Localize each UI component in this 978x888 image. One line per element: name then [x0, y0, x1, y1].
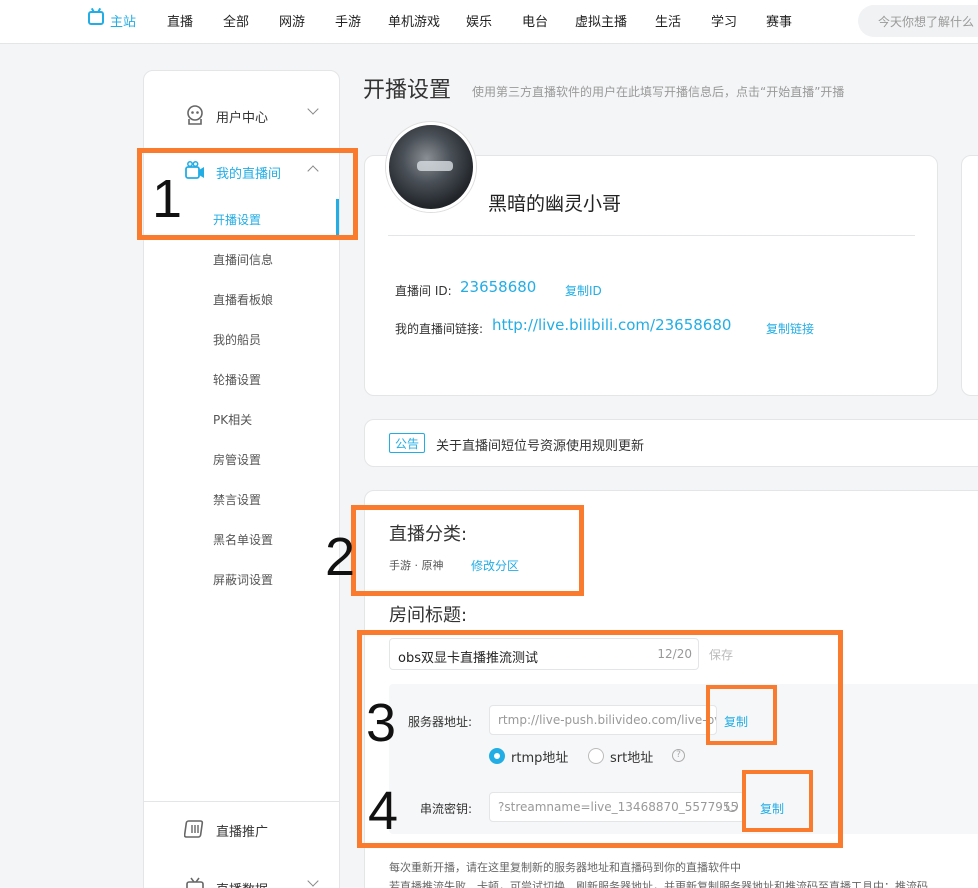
nav-live[interactable]: 直播: [167, 11, 193, 30]
side-card: [961, 155, 978, 396]
nav-esports[interactable]: 赛事: [766, 11, 792, 30]
notice-badge: 公告: [389, 433, 426, 453]
nav-all[interactable]: 全部: [223, 11, 249, 30]
sidebar-item-label: 用户中心: [216, 111, 269, 126]
room-link-value[interactable]: http://live.bilibili.com/23658680: [492, 316, 731, 334]
sidebar-item-promo[interactable]: 直播推广: [144, 809, 339, 849]
footnote-1: 每次重新开播，请在这里复制新的服务器地址和直播码到你的直播软件中: [389, 861, 741, 874]
sidebar-item-data[interactable]: 直播数据: [144, 867, 339, 888]
nav-life[interactable]: 生活: [655, 11, 681, 30]
sidebar-sub-crew[interactable]: 我的船员: [213, 331, 261, 348]
annotation-number-3: 3: [366, 693, 397, 753]
room-title-label: 房间标题:: [389, 605, 468, 626]
search-input[interactable]: 今天你想了解什么: [858, 5, 978, 37]
annotation-number-2: 2: [325, 527, 356, 587]
copy-link-button[interactable]: 复制链接: [766, 320, 814, 337]
username: 黑暗的幽灵小哥: [488, 193, 622, 215]
sidebar-sub-carousel[interactable]: 轮播设置: [213, 371, 261, 388]
annotation-box-2: [351, 505, 584, 596]
room-id-value: 23658680: [460, 278, 537, 296]
tv-chart-icon: [186, 877, 204, 888]
sidebar-item-label: 直播推广: [216, 825, 269, 840]
sidebar-divider: [144, 801, 339, 802]
nav-radio[interactable]: 电台: [522, 11, 548, 30]
sidebar-sub-mascot[interactable]: 直播看板娘: [213, 291, 273, 308]
nav-study[interactable]: 学习: [711, 11, 737, 30]
page-title: 开播设置: [363, 78, 452, 103]
annotation-box-copy-server: [706, 685, 777, 745]
top-nav: 主站 直播 全部 网游 手游 单机游戏 娱乐 电台 虚拟主播 生活 学习 赛事 …: [0, 0, 978, 44]
nav-entertainment[interactable]: 娱乐: [466, 11, 492, 30]
nav-single-games[interactable]: 单机游戏: [388, 11, 440, 30]
profile-divider: [388, 235, 915, 236]
notice-link[interactable]: 关于直播间短位号资源使用规则更新: [436, 435, 644, 454]
promo-icon: [184, 820, 204, 838]
sidebar-sub-room-info[interactable]: 直播间信息: [213, 251, 273, 268]
room-id-label: 直播间 ID:: [395, 284, 452, 298]
bilibili-tv-icon[interactable]: [88, 11, 104, 25]
footnote-2: 若直播推流失败、卡顿，可尝试切换、刷新服务器地址，并更新复制服务器地址和推流码至…: [389, 880, 928, 888]
chevron-down-icon: [307, 875, 319, 887]
nav-online-games[interactable]: 网游: [279, 11, 305, 30]
page-description: 使用第三方直播软件的用户在此填写开播信息后，点击“开始直播”开播: [472, 85, 845, 99]
annotation-box-copy-key: [742, 770, 813, 832]
sidebar-sub-pk[interactable]: PK相关: [213, 411, 252, 428]
nav-vtuber[interactable]: 虚拟主播: [575, 11, 627, 30]
sidebar-sub-blacklist[interactable]: 黑名单设置: [213, 531, 273, 548]
user-icon: [187, 105, 203, 125]
room-link-label: 我的直播间链接:: [395, 322, 484, 336]
copy-id-button[interactable]: 复制ID: [565, 282, 602, 299]
sidebar-item-label: 直播数据: [216, 879, 268, 888]
chevron-down-icon: [307, 103, 319, 115]
avatar[interactable]: [386, 122, 476, 212]
avatar-glasses: [417, 161, 453, 171]
sidebar-sub-moderators[interactable]: 房管设置: [213, 451, 261, 468]
sidebar-item-user-center[interactable]: 用户中心: [144, 95, 339, 135]
annotation-number-4: 4: [368, 781, 399, 841]
nav-mobile-games[interactable]: 手游: [335, 11, 361, 30]
sidebar-sub-mute[interactable]: 禁言设置: [213, 491, 261, 508]
sidebar-sub-blocked-words[interactable]: 屏蔽词设置: [213, 571, 273, 588]
nav-home[interactable]: 主站: [110, 11, 136, 30]
annotation-number-1: 1: [152, 169, 183, 229]
